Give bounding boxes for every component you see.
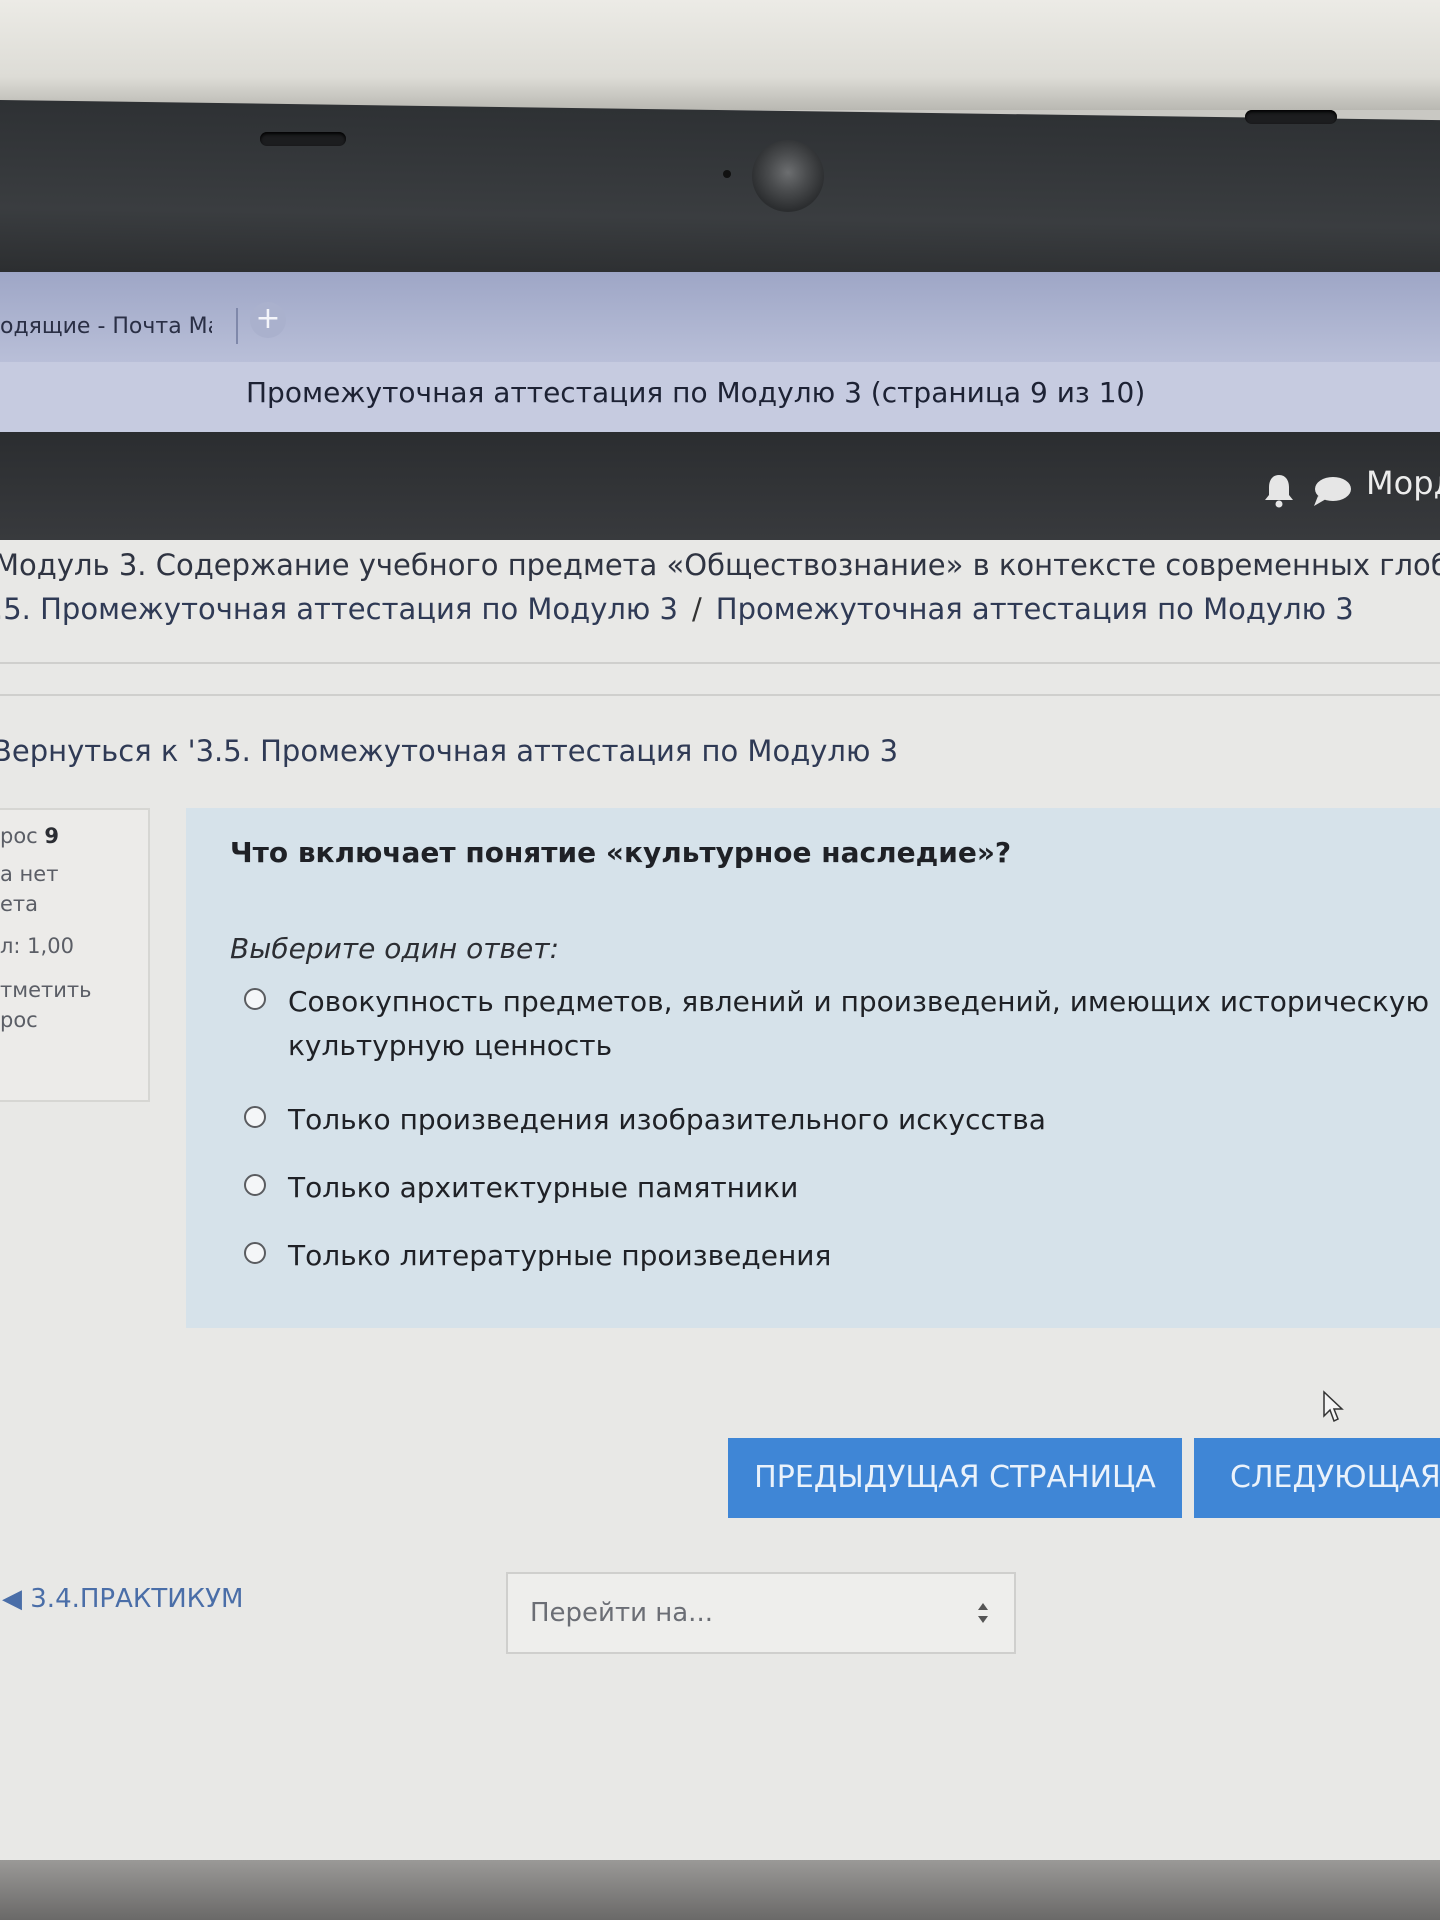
- user-menu[interactable]: Морд: [1366, 464, 1440, 502]
- question-score: л: 1,00: [0, 934, 74, 958]
- browser-tab-bar: одящие - Почта Mail +: [0, 272, 1440, 362]
- bezel-slot-left: [260, 132, 346, 146]
- question-status: а нет: [0, 862, 59, 886]
- window-title-bar: Промежуточная аттестация по Модулю 3 (ст…: [0, 362, 1440, 440]
- answer-label[interactable]: Совокупность предметов, явлений и произв…: [288, 980, 1440, 1068]
- previous-activity-link[interactable]: ◀ 3.4.ПРАКТИКУМ: [2, 1584, 243, 1614]
- select-arrows-icon: [978, 1603, 988, 1623]
- question-label: рос: [0, 824, 38, 848]
- jump-to-placeholder: Перейти на...: [530, 1598, 713, 1628]
- bell-icon[interactable]: [1262, 472, 1296, 508]
- mouse-cursor-icon: [1323, 1390, 1344, 1423]
- answer-label[interactable]: Только произведения изобразительного иск…: [288, 1098, 1440, 1142]
- radio-button[interactable]: [244, 988, 266, 1010]
- question-info-panel: рос 9 а нет ета л: 1,00 тметить рос: [0, 808, 150, 1102]
- breadcrumb: .5. Промежуточная аттестация по Модулю 3…: [0, 592, 1354, 626]
- flag-question-link-cont[interactable]: рос: [0, 1008, 38, 1032]
- camera-indicator: [723, 170, 731, 178]
- window-title: Промежуточная аттестация по Модулю 3 (ст…: [246, 376, 1146, 409]
- main-content: Модуль 3. Содержание учебного предмета «…: [0, 540, 1440, 1872]
- radio-button[interactable]: [244, 1106, 266, 1128]
- back-link[interactable]: Вернуться к '3.5. Промежуточная аттестац…: [0, 734, 898, 768]
- bezel-slot-right: [1245, 110, 1337, 124]
- jump-to-select[interactable]: Перейти на...: [506, 1572, 1016, 1654]
- question-box: Что включает понятие «культурное наследи…: [186, 808, 1440, 1328]
- answer-label[interactable]: Только архитектурные памятники: [288, 1166, 1440, 1210]
- breadcrumb-separator: /: [692, 592, 702, 626]
- question-text: Что включает понятие «культурное наследи…: [230, 836, 1012, 869]
- browser-tab[interactable]: одящие - Почта Mail: [0, 314, 212, 339]
- laptop-bezel: [0, 100, 1440, 301]
- breadcrumb-quiz-link[interactable]: Промежуточная аттестация по Модулю 3: [716, 592, 1354, 626]
- divider: [0, 662, 1440, 664]
- question-number-value: 9: [44, 824, 60, 848]
- previous-page-button[interactable]: ПРЕДЫДУЩАЯ СТРАНИЦА: [728, 1438, 1182, 1518]
- breadcrumb-course[interactable]: Модуль 3. Содержание учебного предмета «…: [0, 548, 1440, 582]
- flag-question-link[interactable]: тметить: [0, 978, 92, 1002]
- chat-icon[interactable]: [1312, 474, 1352, 508]
- answer-label[interactable]: Только литературные произведения: [288, 1234, 1440, 1278]
- next-page-button[interactable]: СЛЕДУЮЩАЯ: [1194, 1438, 1440, 1518]
- radio-button[interactable]: [244, 1174, 266, 1196]
- screen: одящие - Почта Mail + Промежуточная атте…: [0, 272, 1440, 1872]
- new-tab-button[interactable]: +: [250, 302, 286, 338]
- question-status-cont: ета: [0, 892, 39, 916]
- divider: [0, 694, 1440, 696]
- webcam: [752, 140, 824, 212]
- breadcrumb-section-link[interactable]: .5. Промежуточная аттестация по Модулю 3: [0, 592, 678, 626]
- question-number: рос 9: [0, 824, 59, 848]
- radio-button[interactable]: [244, 1242, 266, 1264]
- site-navbar: Морд: [0, 432, 1440, 540]
- tab-separator: [236, 308, 238, 344]
- background-wall: [0, 0, 1440, 110]
- answer-prompt: Выберите один ответ:: [230, 932, 560, 965]
- laptop-frame-bottom: [0, 1860, 1440, 1920]
